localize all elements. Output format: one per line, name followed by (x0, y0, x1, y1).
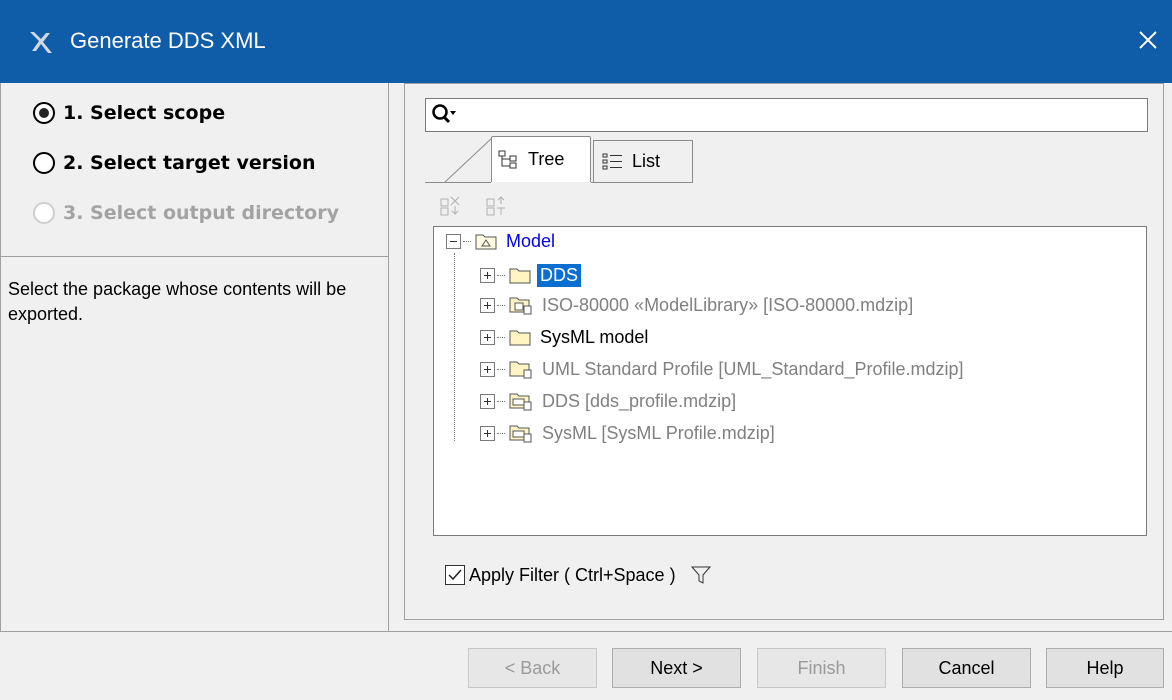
tree-node-label: DDS [dds_profile.mdzip] (542, 390, 737, 411)
footer-divider (0, 631, 1172, 632)
filter-icon[interactable] (690, 564, 712, 586)
step-list: 1. Select scope 2. Select target version… (1, 83, 389, 257)
folder-icon (509, 268, 531, 284)
search-input[interactable] (425, 98, 1148, 132)
tab-label: List (632, 151, 661, 171)
tree-node-dds[interactable]: DDS (480, 261, 582, 289)
expand-icon[interactable] (480, 267, 495, 283)
folder-icon (509, 330, 531, 346)
tree-node-label: Model (506, 230, 556, 251)
tab-tree[interactable]: Tree (491, 136, 591, 182)
expand-all-icon[interactable] (439, 194, 463, 218)
step-label: 1. Select scope (63, 102, 226, 124)
library-package-icon (509, 297, 532, 315)
steps-panel: 1. Select scope 2. Select target version… (0, 83, 389, 631)
tree-node-label: UML Standard Profile [UML_Standard_Profi… (542, 358, 964, 379)
title-bar: Generate DDS XML (0, 0, 1172, 83)
profile-icon (509, 425, 532, 443)
collapse-icon[interactable] (446, 233, 461, 249)
tree-node-uml-standard-profile[interactable]: UML Standard Profile [UML_Standard_Profi… (480, 355, 967, 383)
model-icon (475, 234, 497, 250)
apply-filter-checkbox[interactable] (445, 565, 465, 585)
tab-underline (425, 182, 491, 183)
next-button[interactable]: Next > (612, 648, 741, 688)
tree-node-label: SysML [SysML Profile.mdzip] (542, 422, 775, 443)
radio-disabled-icon (33, 202, 55, 224)
step-select-output-directory: 3. Select output directory (33, 199, 339, 227)
profile-icon (509, 393, 532, 411)
back-button[interactable]: < Back (468, 648, 597, 688)
tab-label: Tree (528, 149, 565, 169)
tree-node-iso-80000[interactable]: ISO-80000 «ModelLibrary» [ISO-80000.mdzi… (480, 291, 916, 319)
help-button[interactable]: Help (1046, 648, 1164, 688)
tree-node-dds-profile[interactable]: DDS [dds_profile.mdzip] (480, 387, 739, 415)
radio-icon[interactable] (33, 152, 55, 174)
tree-node-sysml-model[interactable]: SysML model (480, 323, 651, 351)
radio-selected-icon[interactable] (33, 102, 55, 124)
tree-connector (497, 368, 505, 370)
tree-connector (497, 274, 505, 276)
expand-icon[interactable] (480, 329, 495, 345)
tab-list[interactable]: List (593, 140, 693, 182)
shared-package-icon (509, 361, 532, 379)
finish-button[interactable]: Finish (757, 648, 886, 688)
model-tree[interactable]: Model DDS ISO-80000 «ModelLibrary» [ISO-… (433, 226, 1147, 536)
list-icon (602, 153, 622, 169)
tree-connector (497, 304, 505, 306)
tree-icon (498, 150, 517, 168)
tree-node-label: ISO-80000 «ModelLibrary» [ISO-80000.mdzi… (542, 294, 914, 315)
apply-filter-label: Apply Filter ( Ctrl+Space ) (469, 564, 676, 585)
close-icon[interactable] (1130, 22, 1166, 58)
step-label: 3. Select output directory (63, 202, 339, 224)
step-select-scope[interactable]: 1. Select scope (33, 99, 225, 127)
expand-icon[interactable] (480, 297, 495, 313)
tree-connector (497, 400, 505, 402)
step-description: Select the package whose contents will b… (1, 257, 389, 631)
description-text: Select the package whose contents will b… (8, 279, 347, 324)
tree-connector (497, 336, 505, 338)
tree-connector (463, 240, 471, 242)
cancel-button[interactable]: Cancel (902, 648, 1031, 688)
tree-node-sysml-profile[interactable]: SysML [SysML Profile.mdzip] (480, 419, 778, 447)
tree-node-model[interactable]: Model (446, 227, 558, 255)
tab-underline (591, 182, 693, 183)
app-logo-icon (30, 32, 52, 53)
expand-icon[interactable] (480, 361, 495, 377)
step-label: 2. Select target version (63, 152, 316, 174)
expand-icon[interactable] (480, 393, 495, 409)
step-select-target-version[interactable]: 2. Select target version (33, 149, 315, 177)
collapse-all-icon[interactable] (485, 194, 509, 218)
scope-panel: Tree List Model DDS ISO-80000 «ModelLibr… (404, 83, 1164, 620)
window-title: Generate DDS XML (70, 28, 266, 53)
apply-filter-row: Apply Filter ( Ctrl+Space ) (445, 564, 712, 586)
tab-edge-decoration (445, 136, 494, 183)
expand-icon[interactable] (480, 425, 495, 441)
tree-connector (497, 432, 505, 434)
search-icon[interactable] (430, 102, 458, 128)
tree-guide-line (454, 253, 455, 441)
tree-node-label: SysML model (540, 326, 649, 347)
checkmark-icon (448, 569, 462, 581)
tree-node-label: DDS (537, 263, 582, 287)
